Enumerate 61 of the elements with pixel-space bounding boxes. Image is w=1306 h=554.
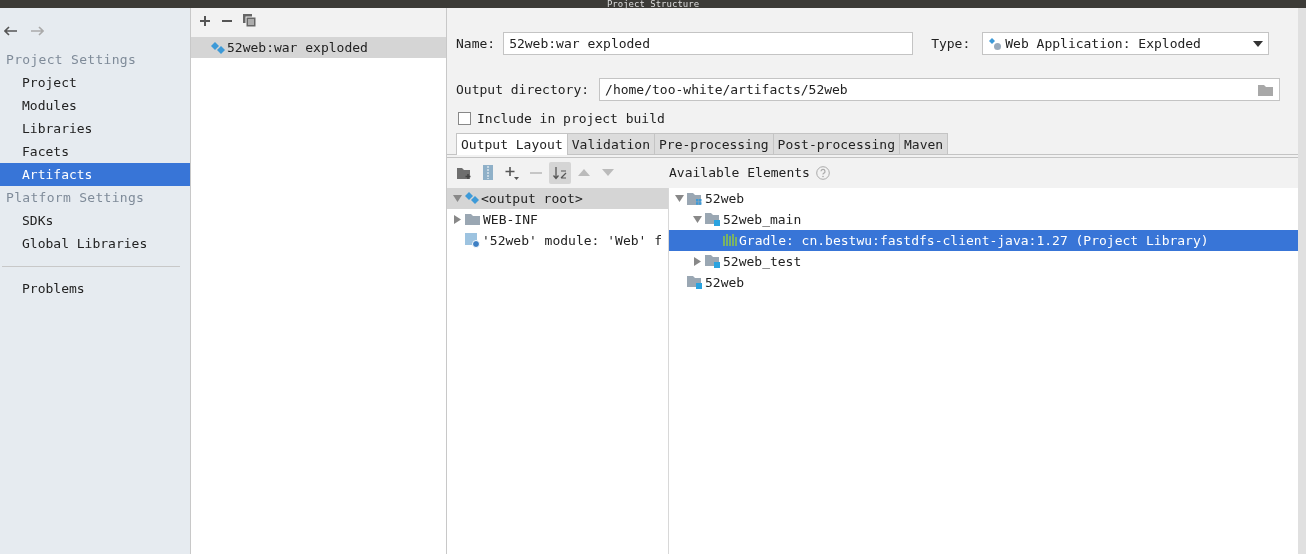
window-title: Project Structure xyxy=(606,0,700,8)
output-directory-value: /home/too-white/artifacts/52web xyxy=(605,81,849,99)
add-icon[interactable] xyxy=(505,165,519,180)
library-icon xyxy=(723,234,737,246)
forward-arrow-icon[interactable] xyxy=(31,26,44,36)
artifact-item[interactable]: 52web:war exploded xyxy=(191,37,446,58)
tree-item[interactable]: WEB-INF xyxy=(447,208,668,230)
source-folder-icon xyxy=(687,275,703,289)
collapse-arrow-icon[interactable] xyxy=(674,194,684,202)
web-module-icon xyxy=(465,192,479,204)
sidebar-item[interactable]: Problems xyxy=(0,277,190,300)
tab[interactable]: Validation xyxy=(566,132,656,154)
sidebar-item[interactable]: Facets xyxy=(0,140,190,163)
sidebar-item[interactable]: Global Libraries xyxy=(0,232,190,255)
tab[interactable]: Maven xyxy=(899,132,949,154)
web-module-icon xyxy=(988,36,1003,51)
name-field[interactable]: 52web:war exploded xyxy=(503,32,914,55)
tree-item[interactable]: 52web xyxy=(669,187,1298,209)
tab[interactable]: Output Layout xyxy=(456,132,568,155)
sidebar-section-heading: Platform Settings xyxy=(5,189,146,207)
collapse-arrow-icon[interactable] xyxy=(692,215,702,223)
include-checkbox-label: Include in project build xyxy=(477,110,665,128)
tree-item[interactable]: <output root> xyxy=(447,187,668,209)
folder-icon[interactable] xyxy=(1258,83,1274,96)
tree-item[interactable]: '52web' module: 'Web' f xyxy=(447,229,668,251)
tree-item[interactable]: 52web_test xyxy=(669,250,1298,272)
sidebar-item[interactable]: Modules xyxy=(0,94,190,117)
tab[interactable]: Post-processing xyxy=(772,132,900,154)
type-label: Type: xyxy=(931,34,971,53)
type-dropdown[interactable]: Web Application: Exploded xyxy=(982,32,1270,55)
dropdown-arrow-icon xyxy=(1253,40,1264,47)
sidebar-item[interactable]: Project xyxy=(0,71,190,94)
source-folder-icon xyxy=(705,212,721,226)
source-folder-icon xyxy=(705,254,721,268)
module-folder-icon xyxy=(687,191,703,205)
output-directory-field[interactable]: /home/too-white/artifacts/52web xyxy=(599,78,1280,101)
sidebar-item[interactable]: SDKs xyxy=(0,209,190,232)
help-icon[interactable] xyxy=(815,165,830,180)
back-arrow-icon[interactable] xyxy=(4,26,17,36)
name-label: Name: xyxy=(456,34,496,53)
tree-item[interactable]: 52web xyxy=(669,271,1298,293)
add-icon[interactable] xyxy=(199,15,211,27)
folder-icon xyxy=(465,213,481,225)
collapse-arrow-icon[interactable] xyxy=(452,194,462,202)
type-value: Web Application: Exploded xyxy=(1005,35,1202,53)
tree-item[interactable]: 52web_main xyxy=(669,208,1298,230)
expand-arrow-icon[interactable] xyxy=(453,214,461,224)
copy-icon[interactable] xyxy=(243,14,256,27)
tab[interactable]: Pre-processing xyxy=(654,132,774,154)
sidebar-section-heading: Project Settings xyxy=(5,51,138,69)
output-directory-label: Output directory: xyxy=(456,80,590,99)
web-facet-icon xyxy=(465,232,480,248)
sort-button[interactable] xyxy=(549,161,571,184)
expand-arrow-icon[interactable] xyxy=(693,256,701,266)
new-folder-icon[interactable] xyxy=(456,166,472,179)
checkbox[interactable] xyxy=(458,112,471,126)
tree-item[interactable]: Gradle: cn.bestwu:fastdfs-client-java:1.27 (Project Library) xyxy=(669,229,1298,251)
available-elements-label: Available Elements xyxy=(669,163,810,182)
sidebar-item[interactable]: Libraries xyxy=(0,117,190,140)
sidebar-item[interactable]: Artifacts xyxy=(0,163,190,186)
web-module-icon xyxy=(211,41,225,54)
